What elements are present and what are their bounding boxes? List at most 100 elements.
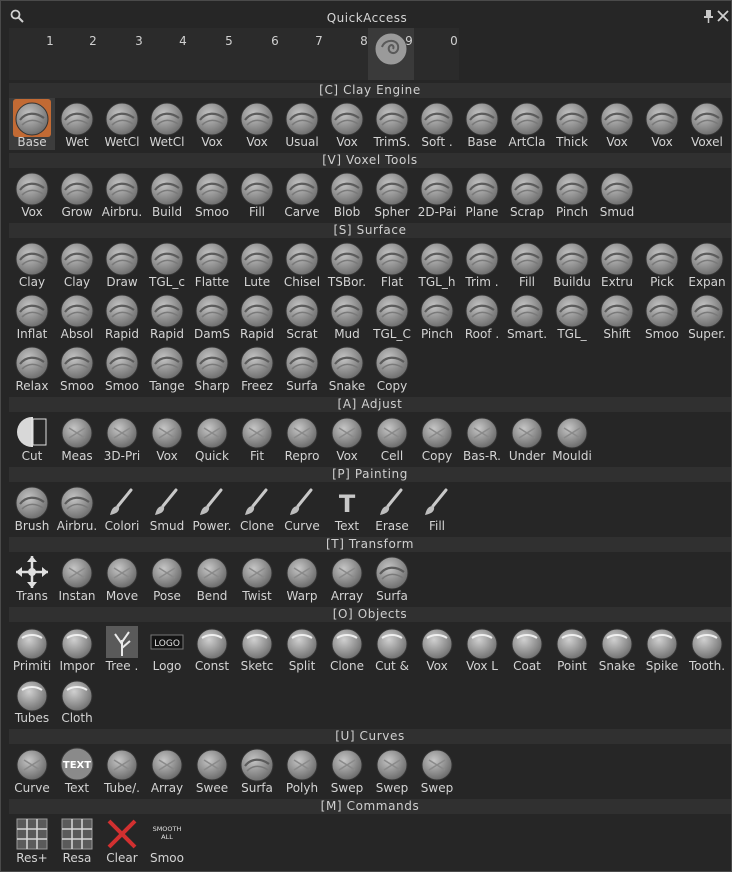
tool-surface-5[interactable]: Lute bbox=[234, 238, 280, 290]
tool-surface-6[interactable]: Chisel bbox=[279, 238, 325, 290]
tool-objects-11[interactable]: Coat bbox=[504, 622, 550, 674]
tool-curves-3[interactable]: Array bbox=[144, 744, 190, 796]
tool-adjust-4[interactable]: Quick bbox=[189, 412, 235, 464]
tool-objects-15[interactable]: Tooth. bbox=[684, 622, 730, 674]
section-header-clay[interactable]: [C] Clay Engine bbox=[9, 83, 731, 98]
section-header-surface[interactable]: [S] Surface bbox=[9, 223, 731, 238]
tool-surface-37[interactable]: Freez bbox=[234, 342, 280, 394]
tool-adjust-8[interactable]: Cell bbox=[369, 412, 415, 464]
tool-transform-2[interactable]: Move bbox=[99, 552, 145, 604]
tool-surface-32[interactable]: Relax bbox=[9, 342, 55, 394]
hotkey-slot-8[interactable]: 8 bbox=[354, 34, 374, 48]
tool-surface-12[interactable]: Buildu bbox=[549, 238, 595, 290]
tool-voxel-0[interactable]: Vox bbox=[9, 168, 55, 220]
hotkey-slot-0[interactable]: 0 bbox=[444, 34, 464, 48]
tool-surface-33[interactable]: Smoo bbox=[54, 342, 100, 394]
tool-adjust-7[interactable]: Vox bbox=[324, 412, 370, 464]
tool-surface-36[interactable]: Sharp bbox=[189, 342, 235, 394]
tool-adjust-5[interactable]: Fit bbox=[234, 412, 280, 464]
tool-objects-6[interactable]: Split bbox=[279, 622, 325, 674]
tool-voxel-10[interactable]: Plane bbox=[459, 168, 505, 220]
tool-surface-24[interactable]: TGL_C bbox=[369, 290, 415, 342]
tool-objects-13[interactable]: Snake bbox=[594, 622, 640, 674]
tool-clay-1[interactable]: Wet bbox=[54, 98, 100, 150]
tool-surface-28[interactable]: TGL_ bbox=[549, 290, 595, 342]
tool-clay-0[interactable]: Base bbox=[9, 98, 55, 150]
tool-curves-8[interactable]: Swep bbox=[369, 744, 415, 796]
section-header-commands[interactable]: [M] Commands bbox=[9, 799, 731, 814]
tool-clay-14[interactable]: Vox bbox=[639, 98, 685, 150]
tool-painting-5[interactable]: Clone bbox=[234, 482, 280, 534]
tool-voxel-1[interactable]: Grow bbox=[54, 168, 100, 220]
tool-surface-17[interactable]: Absol bbox=[54, 290, 100, 342]
tool-clay-13[interactable]: Vox bbox=[594, 98, 640, 150]
tool-adjust-10[interactable]: Bas-R. bbox=[459, 412, 505, 464]
tool-objects-0[interactable]: Primiti bbox=[9, 622, 55, 674]
tool-clay-15[interactable]: Voxel bbox=[684, 98, 730, 150]
tool-voxel-12[interactable]: Pinch bbox=[549, 168, 595, 220]
tool-objects-9[interactable]: Vox bbox=[414, 622, 460, 674]
tool-voxel-13[interactable]: Smud bbox=[594, 168, 640, 220]
tool-commands-2[interactable]: Clear bbox=[99, 814, 145, 866]
hotkey-slot-6[interactable]: 6 bbox=[265, 34, 285, 48]
tool-surface-30[interactable]: Smoo bbox=[639, 290, 685, 342]
tool-surface-29[interactable]: Shift bbox=[594, 290, 640, 342]
tool-painting-2[interactable]: Colori bbox=[99, 482, 145, 534]
tool-surface-20[interactable]: DamS bbox=[189, 290, 235, 342]
tool-voxel-3[interactable]: Build bbox=[144, 168, 190, 220]
tool-surface-38[interactable]: Surfa bbox=[279, 342, 325, 394]
tool-surface-23[interactable]: Mud bbox=[324, 290, 370, 342]
tool-voxel-9[interactable]: 2D-Pai bbox=[414, 168, 460, 220]
tool-voxel-7[interactable]: Blob bbox=[324, 168, 370, 220]
tool-transform-3[interactable]: Pose bbox=[144, 552, 190, 604]
tool-voxel-2[interactable]: Airbru. bbox=[99, 168, 145, 220]
tool-transform-0[interactable]: Trans bbox=[9, 552, 55, 604]
tool-commands-1[interactable]: Resa bbox=[54, 814, 100, 866]
section-header-adjust[interactable]: [A] Adjust bbox=[9, 397, 731, 412]
section-header-transform[interactable]: [T] Transform bbox=[9, 537, 731, 552]
tool-adjust-9[interactable]: Copy bbox=[414, 412, 460, 464]
tool-voxel-8[interactable]: Spher bbox=[369, 168, 415, 220]
tool-surface-4[interactable]: Flatte bbox=[189, 238, 235, 290]
tool-curves-4[interactable]: Swee bbox=[189, 744, 235, 796]
tool-objects-2[interactable]: Tree . bbox=[99, 622, 145, 674]
tool-surface-26[interactable]: Roof . bbox=[459, 290, 505, 342]
tool-clay-5[interactable]: Vox bbox=[234, 98, 280, 150]
tool-surface-34[interactable]: Smoo bbox=[99, 342, 145, 394]
tool-curves-1[interactable]: TEXT Text bbox=[54, 744, 100, 796]
tool-commands-3[interactable]: SMOOTH ALL Smoo bbox=[144, 814, 190, 866]
tool-adjust-0[interactable]: Cut bbox=[9, 412, 55, 464]
tool-adjust-6[interactable]: Repro bbox=[279, 412, 325, 464]
tool-surface-3[interactable]: TGL_c bbox=[144, 238, 190, 290]
hotkey-slot-7[interactable]: 7 bbox=[309, 34, 329, 48]
tool-adjust-2[interactable]: 3D-Pri bbox=[99, 412, 145, 464]
tool-adjust-3[interactable]: Vox bbox=[144, 412, 190, 464]
tool-painting-6[interactable]: Curve bbox=[279, 482, 325, 534]
tool-objects-16[interactable]: Tubes bbox=[9, 674, 55, 726]
tool-surface-39[interactable]: Snake bbox=[324, 342, 370, 394]
tool-clay-9[interactable]: Soft . bbox=[414, 98, 460, 150]
tool-objects-12[interactable]: Point bbox=[549, 622, 595, 674]
hotkey-slot-1[interactable]: 1 bbox=[40, 34, 60, 48]
tool-surface-16[interactable]: Inflat bbox=[9, 290, 55, 342]
tool-curves-2[interactable]: Tube/. bbox=[99, 744, 145, 796]
hotkey-slot-5[interactable]: 5 bbox=[219, 34, 239, 48]
tool-transform-5[interactable]: Twist bbox=[234, 552, 280, 604]
section-header-curves[interactable]: [U] Curves bbox=[9, 729, 731, 744]
tool-surface-19[interactable]: Rapid bbox=[144, 290, 190, 342]
tool-transform-4[interactable]: Bend bbox=[189, 552, 235, 604]
tool-clay-6[interactable]: Usual bbox=[279, 98, 325, 150]
tool-surface-25[interactable]: Pinch bbox=[414, 290, 460, 342]
tool-surface-14[interactable]: Pick bbox=[639, 238, 685, 290]
tool-painting-8[interactable]: Erase bbox=[369, 482, 415, 534]
tool-objects-4[interactable]: Const bbox=[189, 622, 235, 674]
tool-objects-5[interactable]: Sketc bbox=[234, 622, 280, 674]
tool-adjust-1[interactable]: Meas bbox=[54, 412, 100, 464]
section-header-objects[interactable]: [O] Objects bbox=[9, 607, 731, 622]
tool-surface-22[interactable]: Scrat bbox=[279, 290, 325, 342]
hotkey-slot-9[interactable]: 9 bbox=[399, 34, 419, 48]
tool-curves-7[interactable]: Swep bbox=[324, 744, 370, 796]
tool-curves-6[interactable]: Polyh bbox=[279, 744, 325, 796]
tool-objects-1[interactable]: Impor bbox=[54, 622, 100, 674]
tool-painting-4[interactable]: Power. bbox=[189, 482, 235, 534]
